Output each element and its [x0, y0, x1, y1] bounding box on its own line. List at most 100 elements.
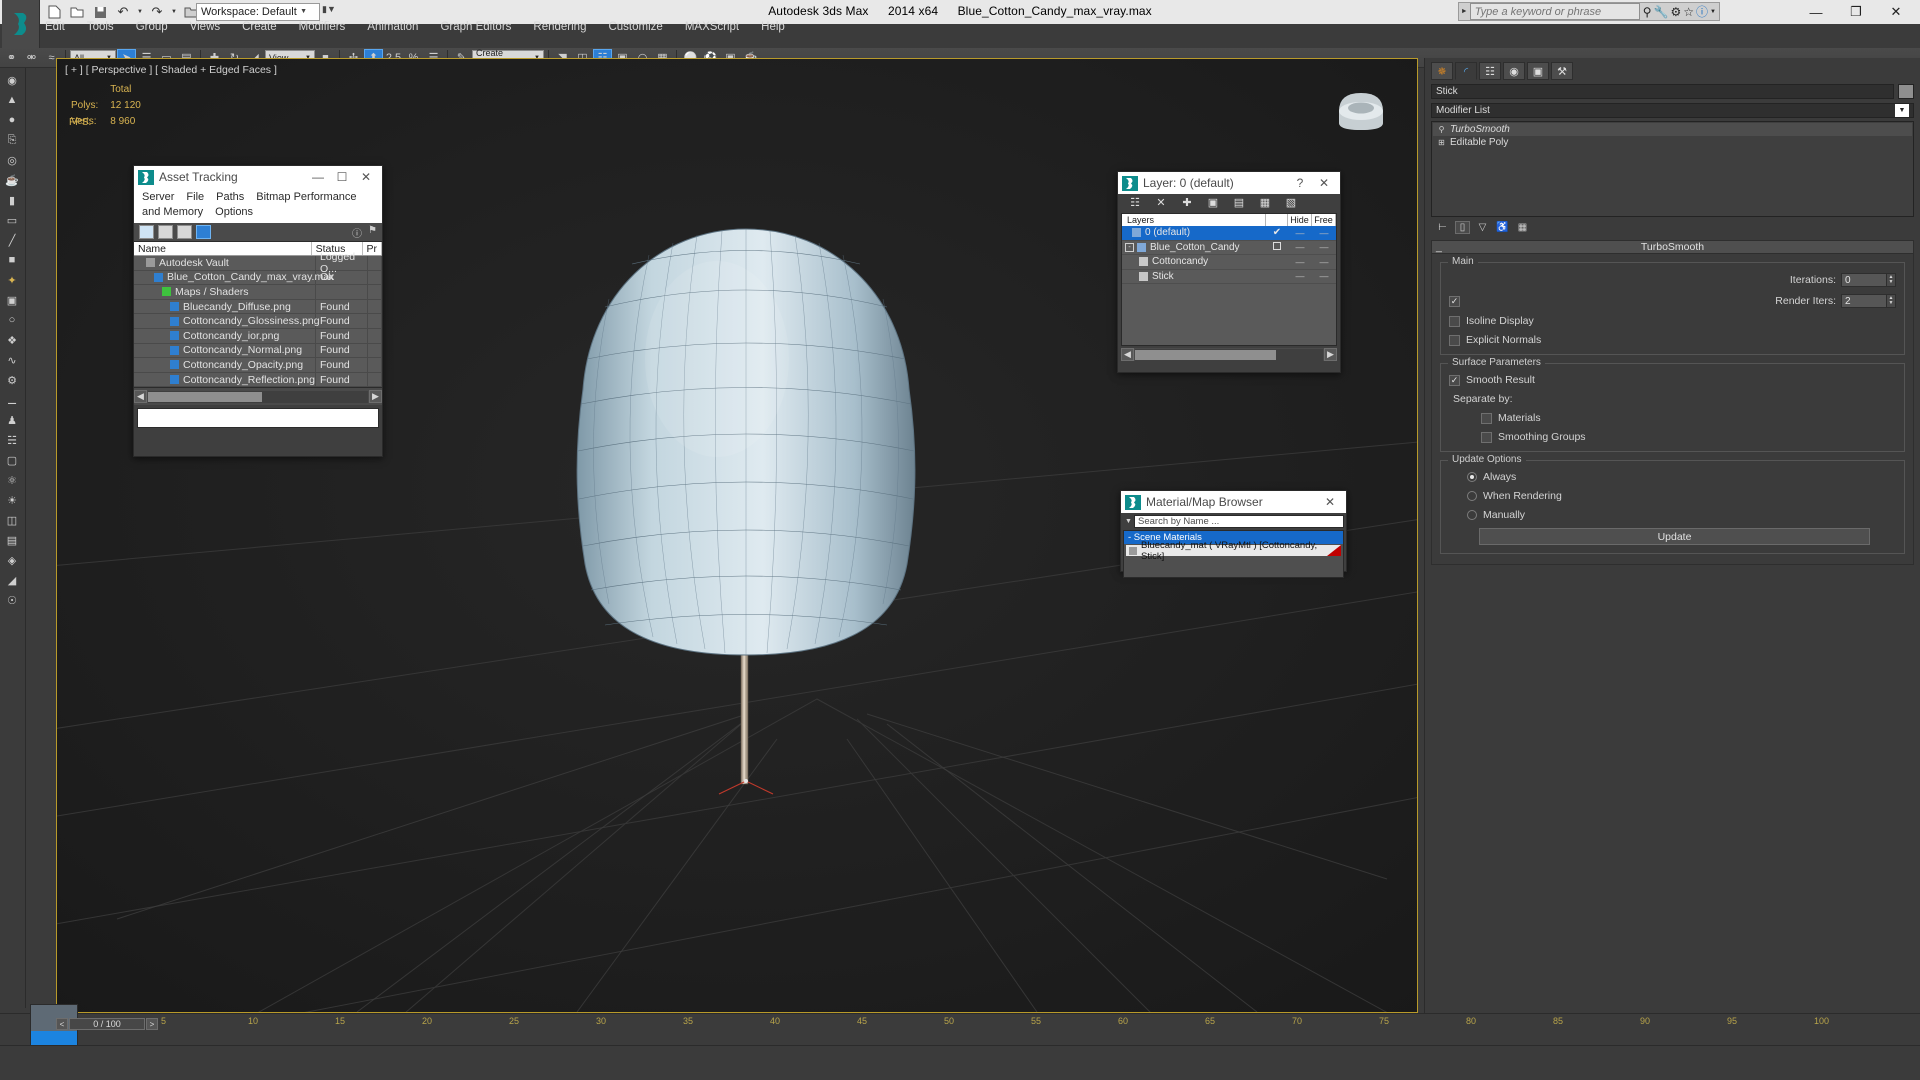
layer-hide-toggle[interactable]: —	[1288, 257, 1312, 267]
menu-item-views[interactable]: Views	[179, 19, 231, 35]
asset-name-cell[interactable]: Cottoncandy_Reflection.png	[134, 372, 316, 387]
radio-manually[interactable]	[1467, 510, 1477, 520]
plus-box-icon[interactable]: ⊞	[1437, 138, 1446, 147]
helper-icon[interactable]: ○	[0, 310, 24, 330]
text-icon[interactable]: ■	[0, 250, 24, 270]
group-icon[interactable]: ▤	[0, 530, 24, 550]
asset-path-field[interactable]	[137, 408, 379, 429]
layer-hide-toggle[interactable]: —	[1288, 228, 1312, 238]
help-button[interactable]: ?	[1288, 176, 1312, 190]
systems-icon[interactable]: ⚙	[0, 370, 24, 390]
next-frame-button[interactable]: >	[146, 1018, 158, 1030]
asset-tracking-hscroll[interactable]: ◀ ▶	[134, 387, 382, 406]
render-iters-checkbox[interactable]: ✓	[1449, 295, 1460, 307]
layer-freeze-toggle[interactable]: —	[1312, 228, 1336, 238]
minimize-button[interactable]: —	[306, 170, 330, 184]
isoline-display-checkbox[interactable]	[1449, 315, 1460, 327]
add-selection-to-layer-icon[interactable]: ✚	[1180, 196, 1194, 209]
menu-item-modifiers[interactable]: Modifiers	[288, 19, 357, 35]
search-input[interactable]	[1469, 3, 1640, 20]
column-header-free[interactable]: Free	[1312, 214, 1336, 226]
track-bar-toggle[interactable]: ▤	[0, 1013, 69, 1046]
hair-icon[interactable]: ☵	[0, 430, 24, 450]
scroll-right-button[interactable]: ▶	[1324, 348, 1337, 361]
update-option-row[interactable]: When Rendering	[1467, 490, 1896, 502]
helpers2-icon[interactable]: ☉	[0, 590, 24, 610]
create-icon[interactable]: ◉	[0, 70, 24, 90]
show-end-result-icon[interactable]: ▯	[1455, 221, 1470, 234]
layer-hscroll[interactable]: ◀ ▶	[1121, 348, 1337, 361]
render-iters-value[interactable]: 2	[1841, 294, 1887, 308]
view-cube[interactable]	[1331, 77, 1391, 137]
layer-row[interactable]: Cottoncandy — —	[1122, 255, 1336, 270]
freeze-layer-icon[interactable]: ▧	[1284, 196, 1298, 209]
bone-icon[interactable]: ⚊	[0, 390, 24, 410]
asset-name-cell[interactable]: Cottoncandy_ior.png	[134, 328, 316, 343]
torus-icon[interactable]: ◎	[0, 150, 24, 170]
radio-when-rendering[interactable]	[1467, 491, 1477, 501]
scrollbar-track[interactable]	[1135, 348, 1323, 361]
scroll-left-button[interactable]: ◀	[134, 390, 147, 404]
column-header-pr[interactable]: Pr	[363, 242, 382, 255]
materials-row[interactable]: Materials	[1481, 412, 1896, 424]
layer-dialog-titlebar[interactable]: Layer: 0 (default) ? ✕	[1118, 172, 1340, 194]
explicit-normals-row[interactable]: Explicit Normals	[1449, 334, 1896, 346]
teapot-icon[interactable]: ☕	[0, 170, 24, 190]
bookmark-icon[interactable]: ⚑	[368, 225, 377, 240]
tab-motion[interactable]: ◉	[1503, 62, 1525, 80]
minimize-button[interactable]: —	[1808, 5, 1824, 20]
close-button[interactable]: ✕	[1312, 176, 1336, 190]
remove-modifier-icon[interactable]: ♿	[1495, 221, 1510, 234]
close-button[interactable]: ✕	[1318, 495, 1342, 509]
box-icon[interactable]: ▮	[0, 190, 24, 210]
object-name-field[interactable]: Stick	[1431, 84, 1894, 99]
update-button[interactable]: Update	[1479, 528, 1870, 545]
isoline-display-row[interactable]: Isoline Display	[1449, 315, 1896, 327]
menu-item-graph-editors[interactable]: Graph Editors	[429, 19, 522, 35]
layer-hide-toggle[interactable]: —	[1288, 271, 1312, 281]
close-button[interactable]: ✕	[1888, 4, 1904, 20]
iterations-value[interactable]: 0	[1841, 273, 1887, 287]
help-icon[interactable]: ⓘ	[1696, 3, 1708, 20]
modifier-list-dropdown[interactable]: Modifier List ▼	[1431, 103, 1914, 118]
at-menu-paths[interactable]: Paths	[216, 191, 244, 203]
viewport-label[interactable]: [ + ] [ Perspective ] [ Shaded + Edged F…	[65, 64, 277, 76]
cloth-icon[interactable]: ▢	[0, 450, 24, 470]
container-icon[interactable]: ◫	[0, 510, 24, 530]
cylinder-icon[interactable]: ⎘	[0, 130, 24, 150]
search-icon[interactable]: ⚲	[1643, 5, 1652, 19]
hide-layer-icon[interactable]: ▦	[1258, 196, 1272, 209]
refresh-icon[interactable]	[139, 225, 154, 239]
asset-name-cell[interactable]: Cottoncandy_Glossiness.png	[134, 314, 320, 328]
layer-active-checkbox[interactable]: ✔	[1266, 227, 1288, 238]
layer-freeze-toggle[interactable]: —	[1312, 257, 1336, 267]
spacewarp-icon[interactable]: ∿	[0, 350, 24, 370]
explicit-normals-checkbox[interactable]	[1449, 334, 1460, 346]
smoothing-groups-checkbox[interactable]	[1481, 431, 1492, 443]
asset-tracking-dialog[interactable]: Asset Tracking — ☐ ✕ Server File Paths Bitm…	[133, 165, 383, 457]
table-row[interactable]: Cottoncandy_Normal.png Found	[134, 343, 382, 359]
layer-row[interactable]: 0 (default) ✔ — —	[1122, 226, 1336, 241]
chevron-down-icon[interactable]: ▼	[1123, 518, 1134, 525]
asset-name-cell[interactable]: Autodesk Vault	[134, 256, 316, 270]
unlink-selection-icon[interactable]: ⚮	[22, 49, 41, 67]
layer-row[interactable]: Stick — —	[1122, 270, 1336, 284]
tab-display[interactable]: ▣	[1527, 62, 1549, 80]
plane-icon[interactable]: ▭	[0, 210, 24, 230]
layer-freeze-toggle[interactable]: —	[1312, 242, 1336, 252]
asset-tracking-menubar[interactable]: Server File Paths Bitmap Performance and Me…	[134, 188, 382, 223]
wrench-icon[interactable]: 🔧	[1654, 5, 1669, 19]
mental-ray-icon[interactable]: ◈	[0, 550, 24, 570]
tab-hierarchy[interactable]: ☷	[1479, 62, 1501, 80]
scroll-right-button[interactable]: ▶	[369, 390, 382, 404]
reactor-icon[interactable]: ⚛	[0, 470, 24, 490]
asset-name-cell[interactable]: Bluecandy_Diffuse.png	[134, 299, 316, 314]
rollout-header[interactable]: _ TurboSmooth	[1431, 240, 1914, 254]
pin-stack-icon[interactable]: ⊢	[1435, 221, 1450, 234]
tab-create[interactable]: ✵	[1431, 62, 1453, 80]
rollout-collapse-icon[interactable]: _	[1436, 241, 1442, 254]
scrollbar-thumb[interactable]	[1135, 349, 1276, 360]
menu-item-maxscript[interactable]: MAXScript	[674, 19, 750, 35]
maximize-button[interactable]: ❐	[1848, 4, 1864, 20]
modifier-stack-item[interactable]: ⚲ TurboSmooth	[1433, 123, 1912, 136]
